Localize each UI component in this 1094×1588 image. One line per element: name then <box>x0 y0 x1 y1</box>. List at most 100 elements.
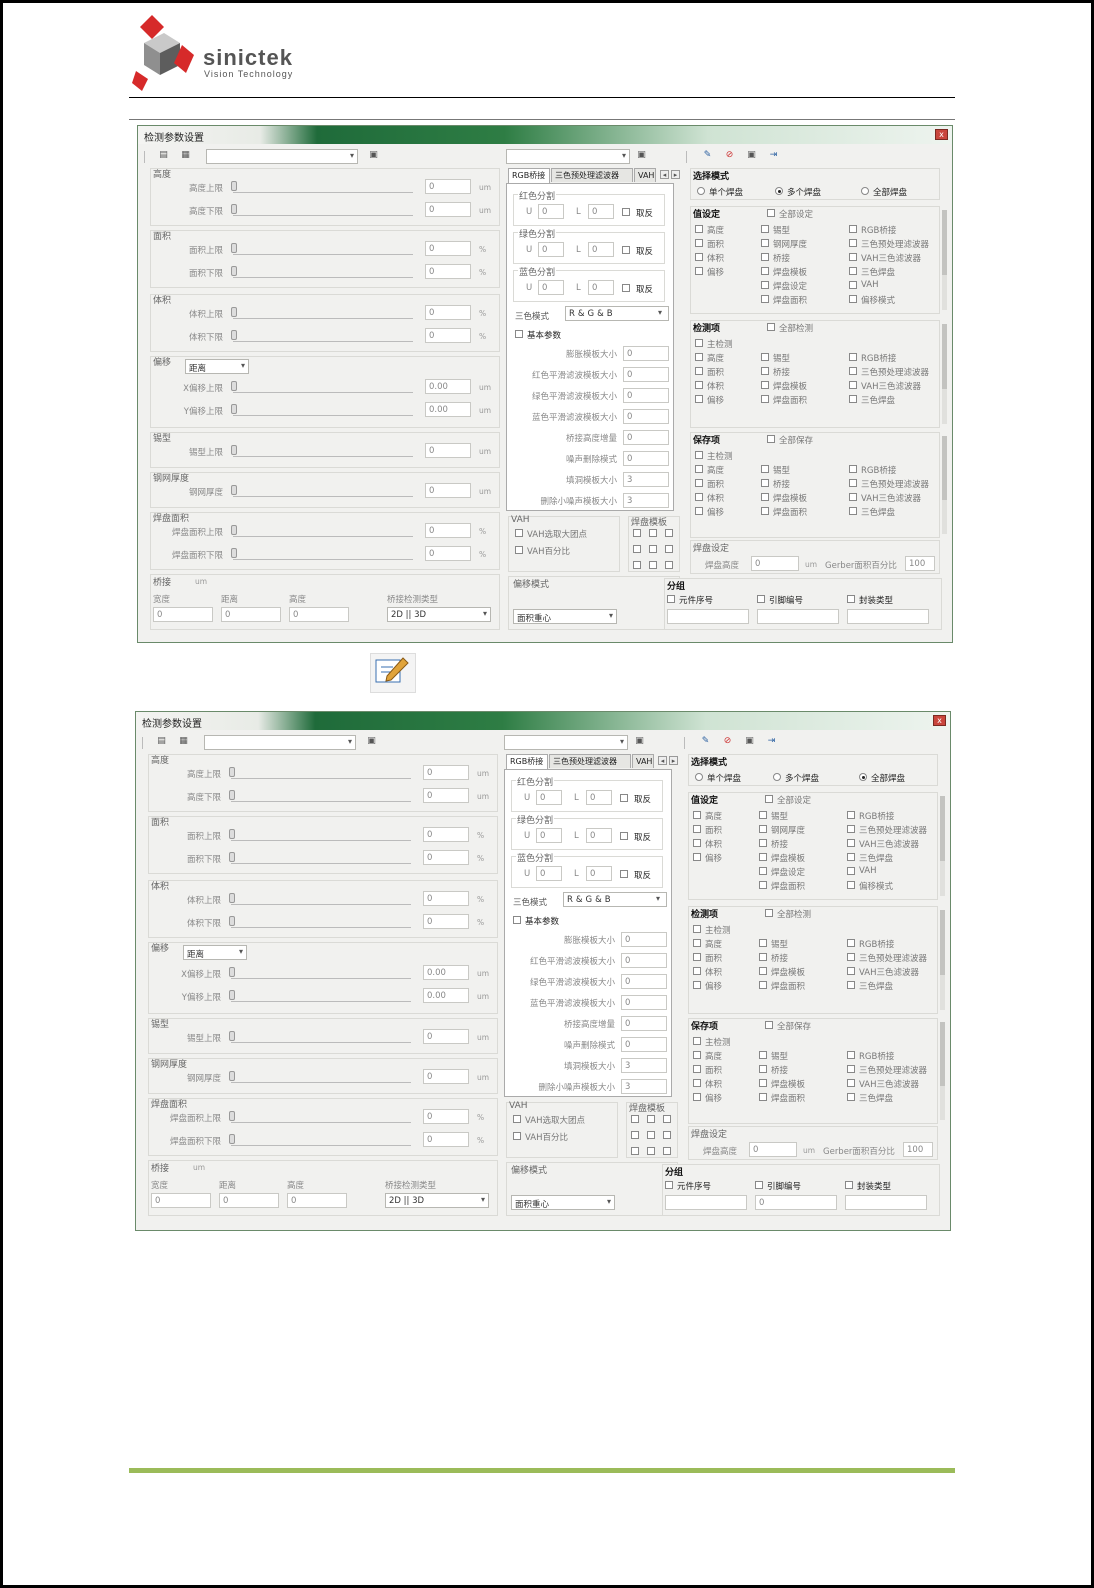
option-checkbox[interactable] <box>695 353 703 361</box>
option-checkbox[interactable] <box>693 967 701 975</box>
option-checkbox[interactable] <box>849 381 857 389</box>
scrollbar-thumb[interactable] <box>942 324 947 389</box>
bridge-type-select[interactable]: 2D || 3D <box>385 1193 489 1208</box>
tab-select[interactable] <box>506 149 630 164</box>
bridge-type-select[interactable]: 2D || 3D <box>387 607 491 622</box>
tab-0[interactable]: RGB桥接 <box>506 754 548 769</box>
gerber-input[interactable]: 100 <box>903 1142 933 1157</box>
save-file-icon[interactable]: ▦ <box>178 736 189 747</box>
offset-type-select[interactable]: 距离 <box>183 945 247 960</box>
u-input[interactable]: 0 <box>536 790 562 805</box>
l-input[interactable]: 0 <box>588 204 614 219</box>
program-select[interactable] <box>206 149 358 164</box>
basic-param-input[interactable]: 0 <box>621 974 667 989</box>
option-checkbox[interactable] <box>759 825 767 833</box>
slider-handle[interactable] <box>229 1071 235 1081</box>
close-button[interactable]: x <box>935 129 948 140</box>
main-check-checkbox[interactable] <box>693 1037 701 1045</box>
option-checkbox[interactable] <box>761 395 769 403</box>
scrollbar-thumb[interactable] <box>942 210 947 275</box>
pad-template-cell-checkbox[interactable] <box>633 529 641 537</box>
param-slider[interactable] <box>231 330 413 342</box>
offset-type-select[interactable]: 距离 <box>185 359 249 374</box>
u-input[interactable]: 0 <box>538 242 564 257</box>
pad-template-cell-checkbox[interactable] <box>663 1147 671 1155</box>
option-checkbox[interactable] <box>761 507 769 515</box>
slider-handle[interactable] <box>231 181 237 191</box>
select-mode-radio[interactable] <box>775 187 783 195</box>
pad-template-cell-checkbox[interactable] <box>647 1115 655 1123</box>
param-slider[interactable] <box>231 204 413 216</box>
tab-select[interactable] <box>504 735 628 750</box>
bridge-field-input[interactable]: 0 <box>289 607 349 622</box>
option-checkbox[interactable] <box>761 239 769 247</box>
option-checkbox[interactable] <box>693 1093 701 1101</box>
invert-checkbox[interactable] <box>622 246 630 254</box>
param-slider[interactable] <box>229 767 411 779</box>
option-checkbox[interactable] <box>693 939 701 947</box>
option-checkbox[interactable] <box>695 239 703 247</box>
basic-param-input[interactable]: 0 <box>623 388 669 403</box>
basic-param-input[interactable]: 0 <box>621 995 667 1010</box>
pad-height-input[interactable]: 0 <box>749 1142 797 1157</box>
option-checkbox[interactable] <box>847 867 855 875</box>
u-input[interactable]: 0 <box>538 280 564 295</box>
option-checkbox[interactable] <box>849 295 857 303</box>
param-value-input[interactable]: 0.00 <box>423 965 469 980</box>
grouping-checkbox[interactable] <box>665 1181 673 1189</box>
bridge-field-input[interactable]: 0 <box>287 1193 347 1208</box>
basic-param-input[interactable]: 0 <box>623 346 669 361</box>
option-checkbox[interactable] <box>695 225 703 233</box>
pad-template-cell-checkbox[interactable] <box>631 1115 639 1123</box>
option-checkbox[interactable] <box>847 825 855 833</box>
basic-param-input[interactable]: 3 <box>623 472 669 487</box>
param-slider[interactable] <box>231 548 413 560</box>
param-value-input[interactable]: 0.00 <box>425 379 471 394</box>
save-icon[interactable]: ▣ <box>746 150 757 161</box>
main-check-checkbox[interactable] <box>695 339 703 347</box>
option-checkbox[interactable] <box>759 1079 767 1087</box>
basic-param-input[interactable]: 0 <box>621 932 667 947</box>
select-mode-radio[interactable] <box>697 187 705 195</box>
select-all-checkbox[interactable] <box>767 435 775 443</box>
slider-handle[interactable] <box>229 767 235 777</box>
option-checkbox[interactable] <box>761 225 769 233</box>
tab-1[interactable]: 三色预处理滤波器 <box>551 168 633 182</box>
tab-scroll-right-icon[interactable]: ▸ <box>669 756 678 765</box>
slider-handle[interactable] <box>229 790 235 800</box>
offset-mode-select[interactable]: 面积重心 <box>511 1195 615 1210</box>
option-checkbox[interactable] <box>759 939 767 947</box>
invert-checkbox[interactable] <box>622 284 630 292</box>
grouping-input[interactable] <box>665 1195 747 1210</box>
select-mode-radio[interactable] <box>695 773 703 781</box>
param-slider[interactable] <box>229 967 411 979</box>
option-checkbox[interactable] <box>849 367 857 375</box>
param-slider[interactable] <box>229 916 411 928</box>
exit-icon[interactable]: ⇥ <box>768 150 779 161</box>
image-icon[interactable]: ▣ <box>634 736 645 747</box>
option-checkbox[interactable] <box>693 981 701 989</box>
slider-handle[interactable] <box>229 1031 235 1041</box>
option-checkbox[interactable] <box>761 353 769 361</box>
option-checkbox[interactable] <box>695 493 703 501</box>
l-input[interactable]: 0 <box>586 828 612 843</box>
option-checkbox[interactable] <box>695 395 703 403</box>
main-check-checkbox[interactable] <box>693 925 701 933</box>
invert-checkbox[interactable] <box>622 208 630 216</box>
param-value-input[interactable]: 0 <box>425 241 471 256</box>
option-checkbox[interactable] <box>761 295 769 303</box>
grouping-checkbox[interactable] <box>667 595 675 603</box>
option-checkbox[interactable] <box>847 1079 855 1087</box>
option-checkbox[interactable] <box>761 367 769 375</box>
tab-1[interactable]: 三色预处理滤波器 <box>549 754 631 768</box>
slider-handle[interactable] <box>231 485 237 495</box>
option-checkbox[interactable] <box>761 493 769 501</box>
option-checkbox[interactable] <box>693 853 701 861</box>
invert-checkbox[interactable] <box>620 794 628 802</box>
option-checkbox[interactable] <box>761 253 769 261</box>
vah-checkbox[interactable] <box>515 529 523 537</box>
grouping-input[interactable] <box>667 609 749 624</box>
option-checkbox[interactable] <box>693 1051 701 1059</box>
option-checkbox[interactable] <box>847 881 855 889</box>
offset-mode-select[interactable]: 面积重心 <box>513 609 617 624</box>
